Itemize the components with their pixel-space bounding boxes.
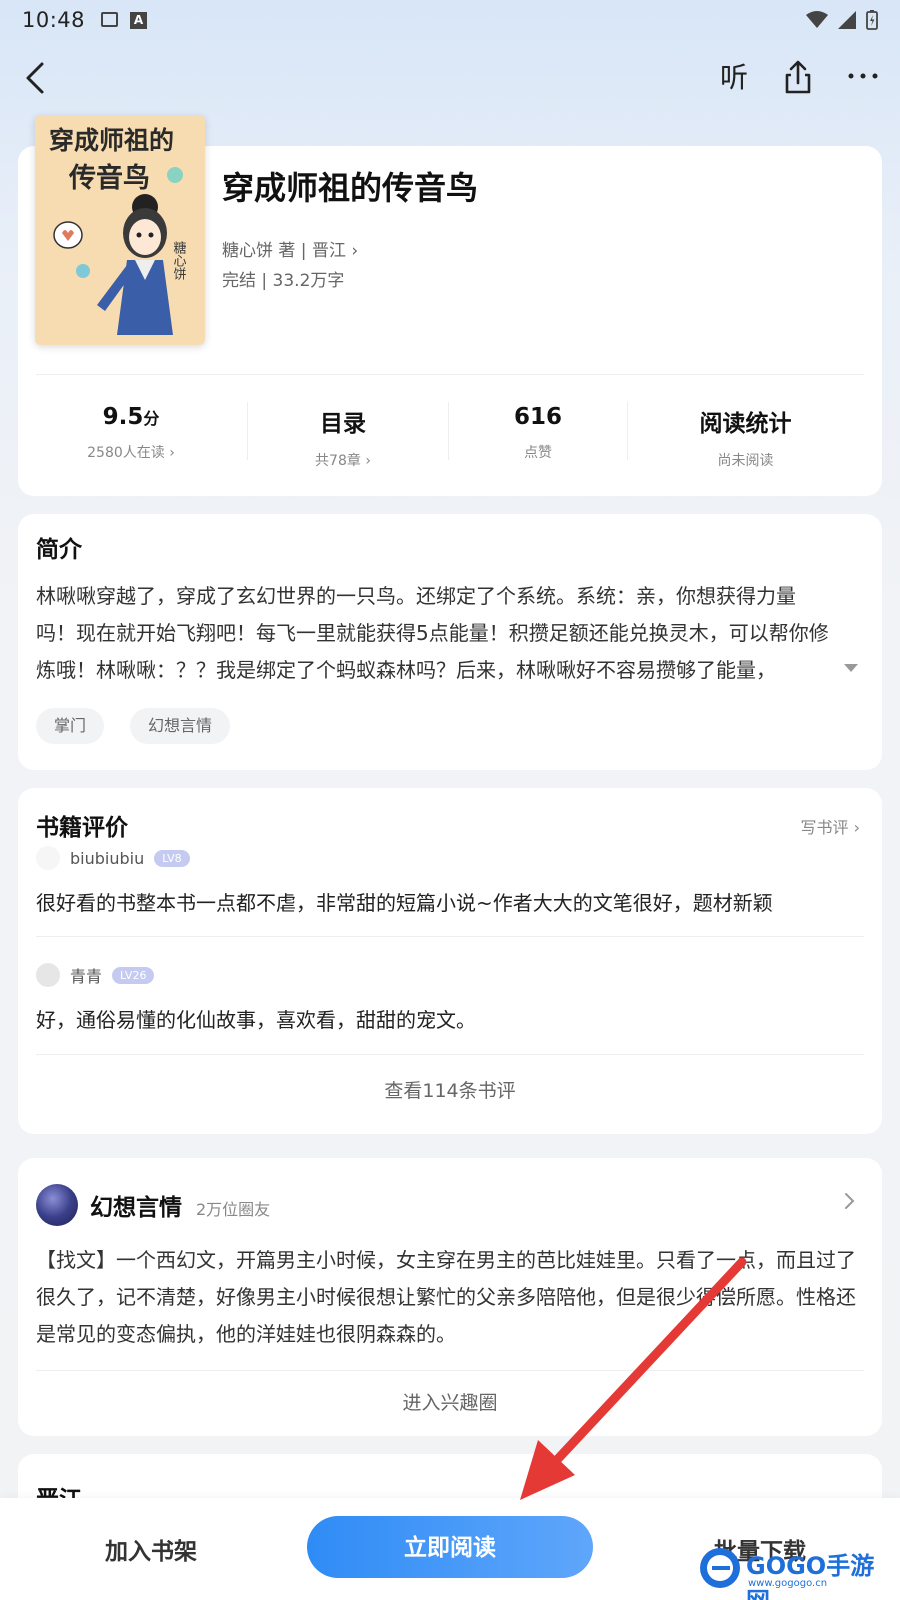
avatar [36,963,60,987]
stat-reading-stats[interactable]: 阅读统计 尚未阅读 [673,404,818,470]
tag-item[interactable]: 掌门 [36,708,105,744]
read-now-button[interactable]: 立即阅读 [307,1516,593,1578]
stat-separator [627,402,628,460]
book-reviews-card: 书籍评价 写书评 › biubiubiu LV8 很好看的书整本书一点都不虐，非… [18,788,882,1134]
stat-separator [247,402,248,460]
likes-label: 点赞 [524,445,552,461]
review-username: biubiubiu [70,848,145,868]
stat-separator [448,402,449,460]
gallery-notification-icon [101,11,119,27]
share-button[interactable] [776,56,820,100]
level-badge: LV26 [112,966,155,984]
circle-chevron-right-icon[interactable] [838,1190,860,1212]
review-user[interactable]: biubiubiu LV8 [36,846,190,870]
intro-title: 简介 [36,537,82,563]
interest-circle-card: 幻想言情 2万位圈友 【找文】一个西幻文，开篇男主小时候，女主穿在男主的芭比娃娃… [18,1158,882,1436]
back-button[interactable] [18,56,62,100]
write-review-label: 写书评 [800,818,849,837]
review-text[interactable]: 好，通俗易懂的化仙故事，喜欢看，甜甜的宠文。 [36,1004,476,1033]
chevron-right-icon: › [853,818,860,837]
reading-stats-label: 阅读统计 [699,411,792,437]
reading-status: 尚未阅读 [717,453,774,469]
battery-icon [866,10,878,30]
share-icon [785,60,811,94]
chapter-count: 共78章 [315,453,361,469]
top-nav-bar: 听 [0,52,900,104]
book-cover-illustration: 穿成师祖的 传音鸟 糖心饼 [35,115,205,345]
circle-name[interactable]: 幻想言情 [90,1188,182,1222]
status-time: 10:48 [22,8,86,32]
watermark-url: www.gogogo.cn [748,1578,828,1589]
book-meta-line: 完结 | 33.2万字 [222,271,345,291]
circle-avatar[interactable] [36,1184,78,1226]
stat-rating[interactable]: 9.5分 2580人在读 › [66,404,196,462]
watermark-logo: GOGO手游网 www.gogogo.cn [698,1540,888,1600]
circle-post-text[interactable]: 【找文】一个西幻文，开篇男主小时候，女主穿在男主的芭比娃娃里。只看了一点，而且过… [36,1242,866,1353]
intro-text: 林啾啾穿越了，穿成了玄幻世界的一只鸟。还绑定了个系统。系统：亲，你想获得力量吗！… [36,584,829,682]
stat-toc[interactable]: 目录 共78章 › [288,404,398,470]
enter-circle-button[interactable]: 进入兴趣圈 [18,1388,882,1415]
reviews-title: 书籍评价 [36,815,128,841]
view-all-reviews-button[interactable]: 查看114条书评 [18,1076,882,1103]
more-icon [848,73,878,79]
stats-divider [36,374,864,375]
book-cover[interactable]: 穿成师祖的 传音鸟 糖心饼 [35,115,205,345]
watermark-e-icon [700,1548,740,1588]
chevron-right-icon: › [169,445,175,461]
circle-divider [36,1370,864,1371]
cover-title-line2: 传音鸟 [68,162,150,194]
expand-triangle-icon[interactable] [844,664,858,672]
signal-icon [838,11,856,29]
wifi-icon [806,11,828,28]
cover-title-line1: 穿成师祖的 [49,126,174,155]
chevron-right-icon: › [351,241,359,261]
level-badge: LV8 [154,849,190,867]
listen-button[interactable]: 听 [712,56,756,100]
book-title: 穿成师祖的传音鸟 [222,169,479,207]
review-text[interactable]: 很好看的书整本书一点都不虐，非常甜的短篇小说~作者大大的文笔很好，题材新颖 [36,887,773,916]
chevron-right-icon: › [365,453,371,469]
avatar [36,846,60,870]
stat-likes[interactable]: 616 点赞 [488,404,588,462]
more-button[interactable] [838,56,888,100]
author-source: 糖心饼 著 | 晋江 [222,241,346,261]
write-review-link[interactable]: 写书评 › [800,814,860,838]
status-bar: 10:48 A [0,0,900,40]
cover-author-sign: 糖心饼 [171,240,187,281]
back-arrow-icon [26,62,44,94]
app-notification-icon: A [130,11,148,29]
review-user[interactable]: 青青 LV26 [36,963,155,987]
review-username: 青青 [70,967,103,986]
intro-card: 简介 林啾啾穿越了，穿成了玄幻世界的一只鸟。还绑定了个系统。系统：亲，你想获得力… [18,514,882,770]
likes-value: 616 [513,404,562,430]
review-divider [36,1054,864,1055]
add-to-shelf-button[interactable]: 加入书架 [76,1532,226,1566]
review-divider [36,936,864,937]
rating-value: 9.5 [102,404,144,430]
readers-count: 2580人在读 [87,445,165,461]
circle-members: 2万位圈友 [196,1200,271,1219]
rating-unit: 分 [143,409,160,428]
watermark-text: GOGO手游网 [746,1552,875,1600]
tag-item[interactable]: 幻想言情 [130,708,231,744]
toc-label: 目录 [320,411,366,437]
book-author-line[interactable]: 糖心饼 著 | 晋江 › [222,236,358,261]
